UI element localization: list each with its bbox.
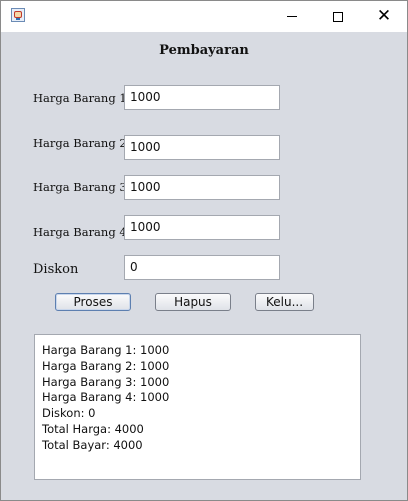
label-diskon: Diskon [33,262,79,277]
harga-barang-3-input[interactable]: 1000 [124,175,280,200]
minimize-icon [287,16,297,17]
keluar-button[interactable]: Kelu... [255,293,314,311]
harga-barang-4-input[interactable]: 1000 [124,215,280,240]
label-harga-barang-3: Harga Barang 3 [33,180,127,194]
result-line: Harga Barang 3: 1000 [42,374,170,389]
close-button[interactable]: ✕ [361,1,407,32]
app-window: ✕ Pembayaran Harga Barang 1 1000 Harga B… [0,0,408,501]
java-app-icon [11,8,25,22]
harga-barang-2-input[interactable]: 1000 [124,135,280,160]
result-line: Total Harga: 4000 [42,421,144,436]
label-harga-barang-1: Harga Barang 1 [33,91,127,105]
result-textarea[interactable]: Harga Barang 1: 1000 Harga Barang 2: 100… [34,334,361,480]
close-icon: ✕ [376,6,392,26]
label-harga-barang-2: Harga Barang 2 [33,136,127,150]
hapus-button[interactable]: Hapus [155,293,231,311]
result-line: Harga Barang 1: 1000 [42,343,170,357]
label-harga-barang-4: Harga Barang 4 [33,225,127,239]
result-line: Total Bayar: 4000 [42,437,143,452]
title-bar[interactable]: ✕ [1,1,407,32]
maximize-button[interactable] [315,1,361,32]
result-line: Harga Barang 4: 1000 [42,390,170,405]
maximize-icon [333,11,343,22]
result-line: Harga Barang 2: 1000 [42,358,170,373]
minimize-button[interactable] [269,1,315,32]
proses-button[interactable]: Proses [55,293,131,311]
harga-barang-1-input[interactable]: 1000 [124,85,280,110]
form-title: Pembayaran [159,43,249,58]
diskon-input[interactable]: 0 [124,255,280,280]
result-line: Diskon: 0 [42,406,96,421]
